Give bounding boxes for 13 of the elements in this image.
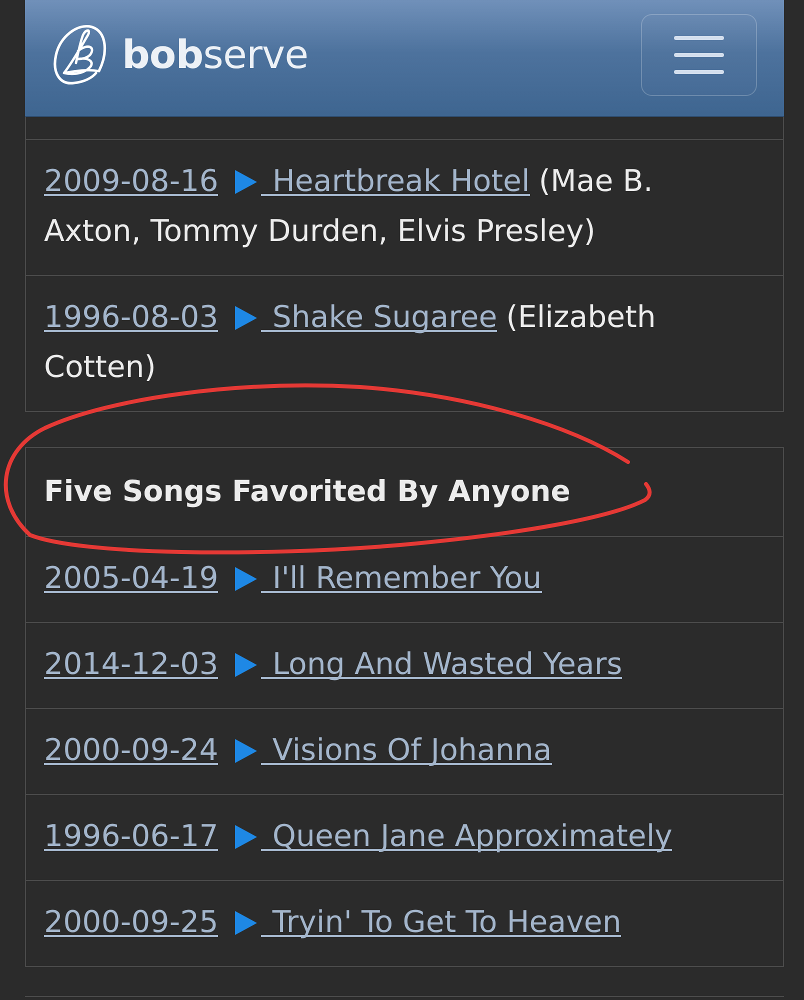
play-icon (235, 653, 258, 677)
play-icon (235, 567, 258, 591)
play-icon (235, 739, 258, 763)
play-icon (235, 911, 258, 935)
song-entry: 2009-08-16 Heartbreak Hotel (Mae B. Axton, Tommy Durden, Elvis Presley) (44, 163, 654, 251)
song-entry: 1996-08-03 Shake Sugaree (Elizabeth Cotten) (44, 299, 657, 387)
section-heading: Five Songs Favorited By Anyone (44, 474, 570, 508)
menu-button[interactable] (641, 14, 757, 96)
menu-icon (674, 36, 724, 74)
play-icon (235, 170, 258, 194)
play-icon (235, 825, 258, 849)
play-icon (235, 306, 258, 330)
brand-link[interactable]: bobserve (52, 23, 308, 87)
